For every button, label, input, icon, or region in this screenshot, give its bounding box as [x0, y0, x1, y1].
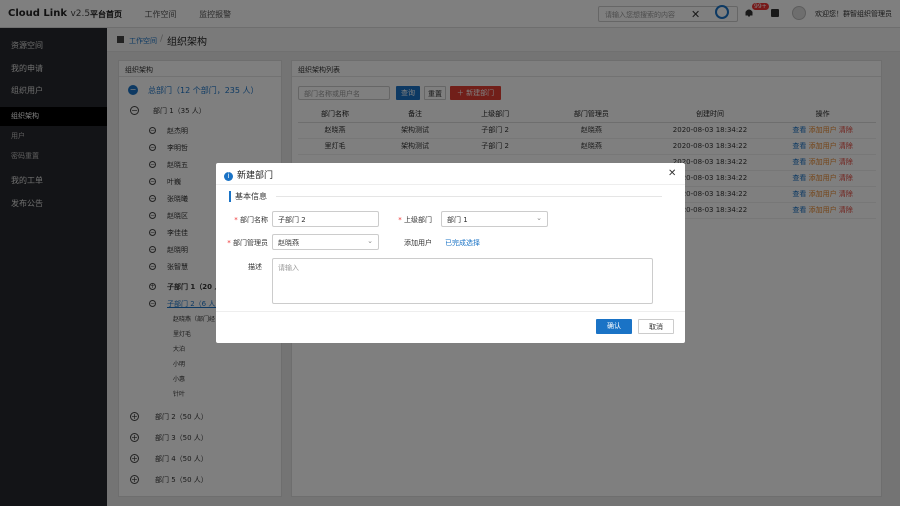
new-dept-dialog: i 新建部门 ✕ 基本信息 * 部门名称 子部门 2 * 上级部门 部门 1 ⌄ *… [216, 163, 685, 343]
parent-dept-label-text: 上级部门 [404, 216, 432, 224]
dept-name-label-text: 部门名称 [240, 216, 268, 224]
dept-name-label: * 部门名称 [234, 216, 268, 224]
manager-label-text: 部门管理员 [233, 239, 268, 247]
add-user-label: 添加用户 [404, 239, 432, 247]
dialog-title: i 新建部门 [224, 168, 273, 181]
parent-dept-select[interactable]: 部门 1 ⌄ [441, 211, 548, 227]
manager-select[interactable]: 赵晓燕 ⌄ [272, 234, 379, 250]
close-icon[interactable]: ✕ [668, 168, 676, 179]
description-label: 描述 [248, 263, 262, 271]
dialog-title-text: 新建部门 [237, 171, 274, 181]
parent-dept-value: 部门 1 [447, 216, 468, 224]
add-user-link[interactable]: 已完成选择 [445, 238, 480, 248]
section-basic-info: 基本信息 [229, 191, 267, 202]
info-icon: i [224, 172, 233, 181]
confirm-button[interactable]: 确认 [596, 319, 632, 334]
manager-value: 赵晓燕 [278, 239, 299, 247]
parent-dept-label: * 上级部门 [398, 216, 432, 224]
chevron-down-icon: ⌄ [536, 214, 542, 222]
manager-label: * 部门管理员 [227, 239, 268, 247]
chevron-down-icon: ⌄ [367, 237, 373, 245]
description-textarea[interactable]: 请输入 [272, 258, 653, 304]
dept-name-input[interactable]: 子部门 2 [272, 211, 379, 227]
app: Cloud Link v2.5 平台首页 工作空间 监控报警 请输入您想搜索的内… [0, 0, 900, 506]
section-divider [276, 196, 662, 197]
cancel-button[interactable]: 取消 [638, 319, 674, 334]
